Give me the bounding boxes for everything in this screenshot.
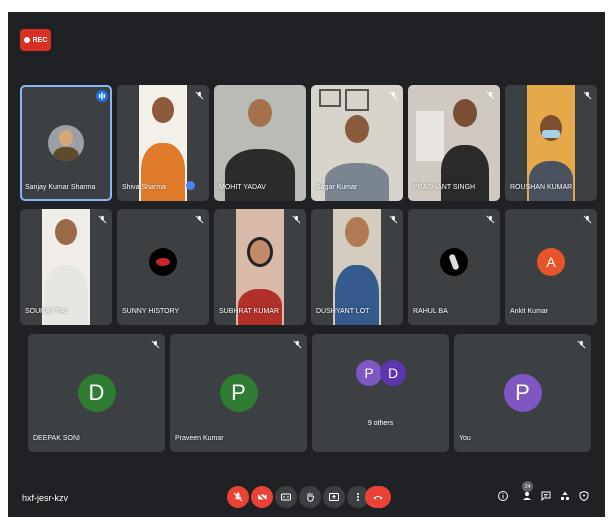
participant-name: RAHUL BA xyxy=(413,308,448,315)
host-controls-button[interactable] xyxy=(577,488,591,504)
mic-off-icon xyxy=(486,215,495,224)
avatar: P xyxy=(503,374,542,412)
meeting-code: hxf-jesr-kzv xyxy=(22,493,69,503)
meeting-window: REC Sanjay Kumar Sharma Shiva Sharma MOH… xyxy=(8,12,605,517)
participant-name: You xyxy=(459,435,471,442)
people-button[interactable] xyxy=(520,488,534,504)
participant-tile[interactable]: D DEEPAK SONI xyxy=(28,334,165,452)
participant-name: DEEPAK SONI xyxy=(33,435,80,442)
participant-tile[interactable]: Shiva Sharma xyxy=(117,85,209,201)
avatar: P xyxy=(219,374,258,412)
participant-tile[interactable]: PRASHANT SINGH xyxy=(408,85,500,201)
raise-hand-button[interactable] xyxy=(299,486,321,508)
mic-off-icon xyxy=(151,340,160,349)
activities-button[interactable] xyxy=(558,488,572,504)
mic-off-icon xyxy=(583,215,592,224)
end-call-button[interactable] xyxy=(365,486,391,508)
participant-name: DUSHYANT LOT xyxy=(316,308,370,315)
participant-tile[interactable]: DUSHYANT LOT xyxy=(311,209,403,325)
more-options-icon xyxy=(357,493,359,501)
avatar xyxy=(440,248,468,277)
present-icon xyxy=(329,493,339,501)
camera-toggle-button[interactable] xyxy=(251,486,273,508)
people-icon xyxy=(523,492,531,500)
camera-off-icon xyxy=(257,492,267,502)
avatar: P xyxy=(356,360,382,386)
chat-icon xyxy=(541,491,551,502)
mic-off-icon xyxy=(583,91,592,100)
info-icon xyxy=(498,491,508,501)
participant-tile[interactable]: SUNNY HISTORY xyxy=(117,209,209,325)
participant-name: SUNNY HISTORY xyxy=(122,308,180,315)
mic-off-icon xyxy=(195,215,204,224)
recording-label: REC xyxy=(32,36,48,44)
participant-name: MOHIT YADAV xyxy=(219,184,266,191)
activities-icon xyxy=(561,491,570,501)
participant-tile[interactable]: SUBHRAT KUMAR xyxy=(214,209,306,325)
participant-name: PRASHANT SINGH xyxy=(413,184,476,191)
record-dot-icon xyxy=(23,37,30,43)
participant-tile[interactable]: RAHUL BA xyxy=(408,209,500,325)
present-button[interactable] xyxy=(323,486,345,508)
participant-name: SUBHRAT KUMAR xyxy=(219,308,280,315)
mic-off-icon xyxy=(98,215,107,224)
mic-off-icon xyxy=(233,492,243,502)
participant-name: ROUSHAN KUMAR xyxy=(510,184,573,191)
participant-name: Ankit Kumar xyxy=(510,308,549,315)
avatar: D xyxy=(380,360,406,386)
speaking-indicator-icon xyxy=(96,90,108,102)
end-call-icon xyxy=(373,496,383,500)
recording-badge: REC xyxy=(20,29,51,51)
raise-hand-icon xyxy=(307,492,314,502)
participant-tile[interactable]: Sanjay Kumar Sharma xyxy=(20,85,112,201)
chat-button[interactable] xyxy=(539,488,553,504)
avatar xyxy=(48,125,84,161)
participant-tile[interactable]: A Ankit Kumar xyxy=(505,209,597,325)
meeting-details-button[interactable] xyxy=(496,488,510,504)
participant-tile[interactable]: Sagar Kumar xyxy=(311,85,403,201)
self-tile[interactable]: P You xyxy=(454,334,591,452)
mic-off-icon xyxy=(577,340,586,349)
participant-tile[interactable]: MOHIT YADAV xyxy=(214,85,306,201)
mic-off-icon xyxy=(292,215,301,224)
mic-off-icon xyxy=(486,91,495,100)
others-count: 9 others xyxy=(367,420,394,427)
avatar: D xyxy=(77,374,116,412)
speaking-indicator-icon xyxy=(186,181,195,190)
avatar: A xyxy=(537,248,565,277)
host-controls-icon xyxy=(579,490,589,502)
mic-toggle-button[interactable] xyxy=(227,486,249,508)
captions-button[interactable] xyxy=(275,486,297,508)
participant-name: SOURAV PAL xyxy=(25,308,69,315)
others-tile[interactable]: P D 9 others xyxy=(312,334,449,452)
participant-tile[interactable]: ROUSHAN KUMAR xyxy=(505,85,597,201)
mic-off-icon xyxy=(195,91,204,100)
participant-name: Praveen Kumar xyxy=(175,435,224,442)
participant-tile[interactable]: P Praveen Kumar xyxy=(170,334,307,452)
participant-name: Sagar Kumar xyxy=(316,184,358,191)
participant-tile[interactable]: SOURAV PAL xyxy=(20,209,112,325)
mic-off-icon xyxy=(389,215,398,224)
mic-off-icon xyxy=(293,340,302,349)
avatar xyxy=(149,248,177,277)
mic-off-icon xyxy=(389,91,398,100)
participant-name: Sanjay Kumar Sharma xyxy=(25,184,96,191)
participant-name: Shiva Sharma xyxy=(122,184,166,191)
captions-icon xyxy=(281,493,291,501)
